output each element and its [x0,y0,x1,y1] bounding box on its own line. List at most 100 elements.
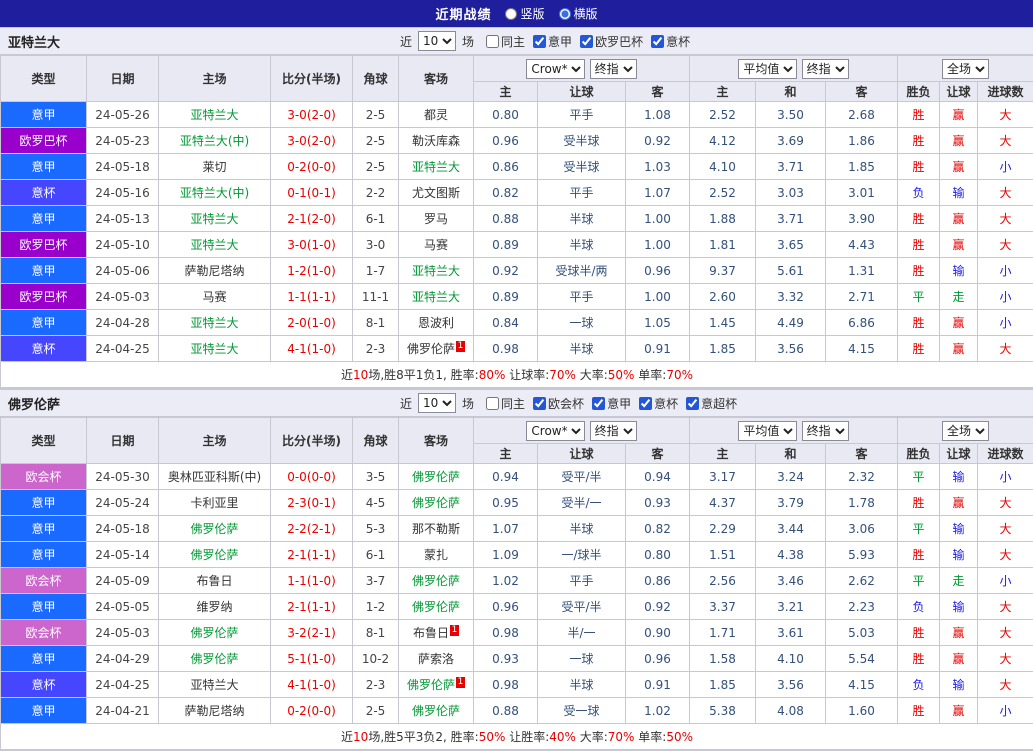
scope-select[interactable]: 全场 [942,59,989,79]
result-handicap: 输 [940,672,978,698]
team-name-link[interactable]: 亚特兰大(中) [180,186,249,200]
match-score[interactable]: 1-1(1-1) [271,284,353,310]
team-name-link[interactable]: 佛罗伦萨 [407,678,455,692]
match-score[interactable]: 2-0(1-0) [271,310,353,336]
team-name-link[interactable]: 奥林匹亚科斯(中) [168,470,261,484]
team-name-link[interactable]: 布鲁日 [196,574,232,588]
match-score[interactable]: 2-1(1-1) [271,594,353,620]
match-score[interactable]: 1-2(1-0) [271,258,353,284]
match-score[interactable]: 0-1(0-1) [271,180,353,206]
team-name-link[interactable]: 亚特兰大 [190,342,238,356]
team-name-link[interactable]: 卡利亚里 [190,496,238,510]
team-name-link[interactable]: 恩波利 [418,316,454,330]
scope-select[interactable]: 全场 [942,421,989,441]
odds-company-select[interactable]: Crow* [526,421,585,441]
match-score[interactable]: 0-2(0-0) [271,698,353,724]
filters-bar: 近 10 场 同主意甲欧罗巴杯意杯 [400,31,690,51]
team-name-link[interactable]: 亚特兰大 [190,238,238,252]
league-filter-option[interactable]: 同主 [486,33,525,50]
layout-vertical-option[interactable]: 竖版 [505,5,544,22]
team-name-link[interactable]: 亚特兰大 [412,160,460,174]
team-name-link[interactable]: 萨勒尼塔纳 [184,264,244,278]
match-score[interactable]: 4-1(1-0) [271,336,353,362]
odds-company-select[interactable]: Crow* [526,59,585,79]
match-score[interactable]: 5-1(1-0) [271,646,353,672]
team-name-link[interactable]: 蒙扎 [424,548,448,562]
match-score[interactable]: 2-1(1-1) [271,542,353,568]
match-score[interactable]: 2-1(2-0) [271,206,353,232]
match-score[interactable]: 0-0(0-0) [271,464,353,490]
team-name-link[interactable]: 佛罗伦萨 [407,342,455,356]
team-name-link[interactable]: 维罗纳 [196,600,232,614]
league-filter-checkbox[interactable] [639,397,652,410]
league-filter-option[interactable]: 意甲 [592,395,631,412]
league-filter-option[interactable]: 欧罗巴杯 [580,33,643,50]
match-score[interactable]: 3-0(1-0) [271,232,353,258]
avg-close-select[interactable]: 终指 [802,421,849,441]
avg-select[interactable]: 平均值 [738,421,797,441]
team-name-link[interactable]: 佛罗伦萨 [412,470,460,484]
league-filter-checkbox[interactable] [592,397,605,410]
match-score[interactable]: 2-2(2-1) [271,516,353,542]
team-name-link[interactable]: 马赛 [424,238,448,252]
layout-horizontal-radio[interactable] [559,8,571,20]
team-name-link[interactable]: 佛罗伦萨 [412,704,460,718]
layout-vertical-radio[interactable] [505,8,517,20]
team-name-link[interactable]: 佛罗伦萨 [412,600,460,614]
league-filter-checkbox[interactable] [486,397,499,410]
team-name-link[interactable]: 佛罗伦萨 [412,574,460,588]
team-name-link[interactable]: 亚特兰大 [190,212,238,226]
team-name-link[interactable]: 勒沃库森 [412,134,460,148]
match-score[interactable]: 3-2(2-1) [271,620,353,646]
team-name-link[interactable]: 佛罗伦萨 [190,626,238,640]
home-team-cell: 佛罗伦萨 [159,620,271,646]
team-name-link[interactable]: 亚特兰大 [190,678,238,692]
league-filter-checkbox[interactable] [686,397,699,410]
league-filter-option[interactable]: 同主 [486,395,525,412]
team-name-link[interactable]: 佛罗伦萨 [190,522,238,536]
league-filter-checkbox[interactable] [580,35,593,48]
match-score[interactable]: 0-2(0-0) [271,154,353,180]
match-score[interactable]: 1-1(1-0) [271,568,353,594]
match-count-select[interactable]: 10 [418,31,456,51]
team-name-link[interactable]: 亚特兰大(中) [180,134,249,148]
team-name-link[interactable]: 罗马 [424,212,448,226]
team-name-link[interactable]: 萨勒尼塔纳 [184,704,244,718]
team-name-link[interactable]: 萨索洛 [418,652,454,666]
team-name-link[interactable]: 尤文图斯 [412,186,460,200]
league-filter-option[interactable]: 意超杯 [686,395,737,412]
league-filter-option[interactable]: 意杯 [639,395,678,412]
result-handicap: 赢 [940,232,978,258]
team-name-link[interactable]: 亚特兰大 [190,316,238,330]
team-name-link[interactable]: 亚特兰大 [412,290,460,304]
league-filter-checkbox[interactable] [486,35,499,48]
match-score[interactable]: 3-0(2-0) [271,102,353,128]
odds-close-select[interactable]: 终指 [590,59,637,79]
team-name-link[interactable]: 莱切 [202,160,226,174]
avg-select[interactable]: 平均值 [738,59,797,79]
team-name-link[interactable]: 马赛 [202,290,226,304]
match-score[interactable]: 3-0(2-0) [271,128,353,154]
league-filter-option[interactable]: 欧会杯 [533,395,584,412]
league-filter-option[interactable]: 意杯 [651,33,690,50]
layout-horizontal-option[interactable]: 横版 [559,5,598,22]
team-name-link[interactable]: 亚特兰大 [412,264,460,278]
league-filter-checkbox[interactable] [651,35,664,48]
league-filter-checkbox[interactable] [533,35,546,48]
match-score[interactable]: 2-3(0-1) [271,490,353,516]
team-name-link[interactable]: 佛罗伦萨 [412,496,460,510]
odds-value-4: 3.65 [756,232,826,258]
team-name-link[interactable]: 那不勒斯 [412,522,460,536]
team-name-link[interactable]: 佛罗伦萨 [190,548,238,562]
avg-close-select[interactable]: 终指 [802,59,849,79]
team-name-link[interactable]: 亚特兰大 [190,108,238,122]
match-count-select[interactable]: 10 [418,393,456,413]
odds-close-select[interactable]: 终指 [590,421,637,441]
league-filter-option[interactable]: 意甲 [533,33,572,50]
team-name-link[interactable]: 佛罗伦萨 [190,652,238,666]
league-filter-checkbox[interactable] [533,397,546,410]
league-filter-label: 意甲 [607,395,631,412]
match-score[interactable]: 4-1(1-0) [271,672,353,698]
team-name-link[interactable]: 都灵 [424,108,448,122]
team-name-link[interactable]: 布鲁日 [413,626,449,640]
